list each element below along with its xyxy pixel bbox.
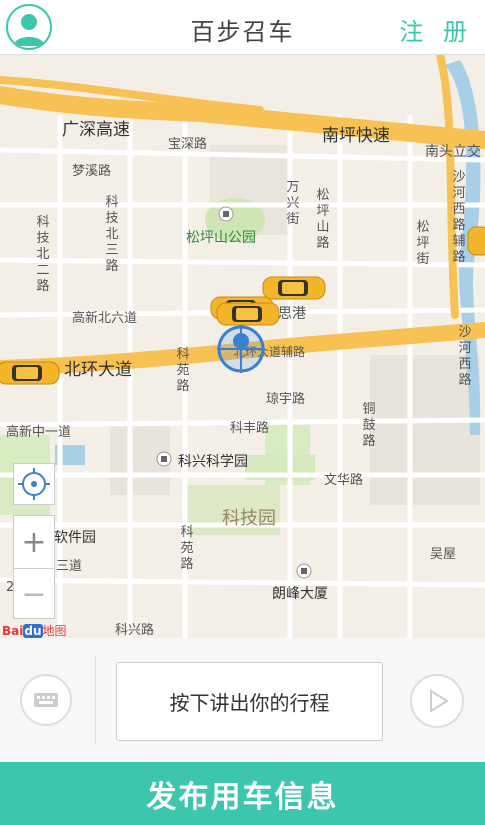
map-label: 南头立交 [425,144,481,160]
map-label: 朗峰大厦 [272,586,328,602]
map-label: 南坪快速 [322,126,390,146]
map-label: 科技北二路 [36,215,50,294]
map-label: 科苑路 [180,525,194,572]
zoom-out-button[interactable]: − [14,569,54,620]
map-label: 沙河西路辅路 [452,170,466,265]
map-label: 科兴路 [115,623,155,638]
publish-ride-request-button[interactable]: 发布用车信息 [0,762,485,825]
crosshair-icon [18,468,50,500]
map-label: 高新中一道 [6,425,72,440]
hold-to-speak-button[interactable]: 按下讲出你的行程 [116,662,383,741]
map-label: 松坪街 [416,220,430,267]
voice-input-panel: 按下讲出你的行程 [0,638,485,762]
map-label: 梦溪路 [72,164,112,179]
map-label: 科丰路 [230,421,270,436]
map-label: 文华路 [324,473,364,488]
map-label: 科技园 [222,508,276,529]
keyboard-icon [34,693,58,707]
header-bar: 百步召车 注 册 [0,0,485,55]
zoom-in-button[interactable]: + [14,516,54,569]
map-label: 科苑路 [176,347,190,394]
play-button[interactable] [410,674,464,728]
map-label: 科技北三路 [105,195,119,274]
locate-me-button[interactable] [13,463,55,505]
map-label: 北环大道 [64,360,132,380]
map-label: 软件园 [54,530,96,546]
play-icon [430,689,449,713]
map-view[interactable]: 广深高速 南坪快速 南头立交 宝深路 梦溪路 万兴街 松坪山路 松坪山公园 科技… [0,55,485,638]
divider [95,656,96,744]
map-label: 万兴街 [286,180,300,227]
map-label: 松坪山路 [316,188,330,251]
map-label: 琼宇路 [266,392,306,407]
keyboard-toggle-button[interactable] [20,674,72,726]
map-label: 高新北六道 [72,311,138,326]
map-label: 吴屋 [430,547,457,562]
map-label: 广深高速 [62,120,130,140]
map-label: 三道 [56,559,83,574]
map-label: 科兴科学园 [178,454,248,470]
map-label: 铜鼓路 [362,402,376,449]
map-label: 松坪山公园 [186,230,256,246]
baidu-map-logo: Baidu地图 [2,624,67,638]
zoom-control: + − [13,515,55,619]
map-label: 沙河西路 [458,325,472,388]
register-button[interactable]: 注 册 [399,12,473,47]
map-label: 宝深路 [168,137,208,152]
map-label: 思港 [278,306,306,322]
